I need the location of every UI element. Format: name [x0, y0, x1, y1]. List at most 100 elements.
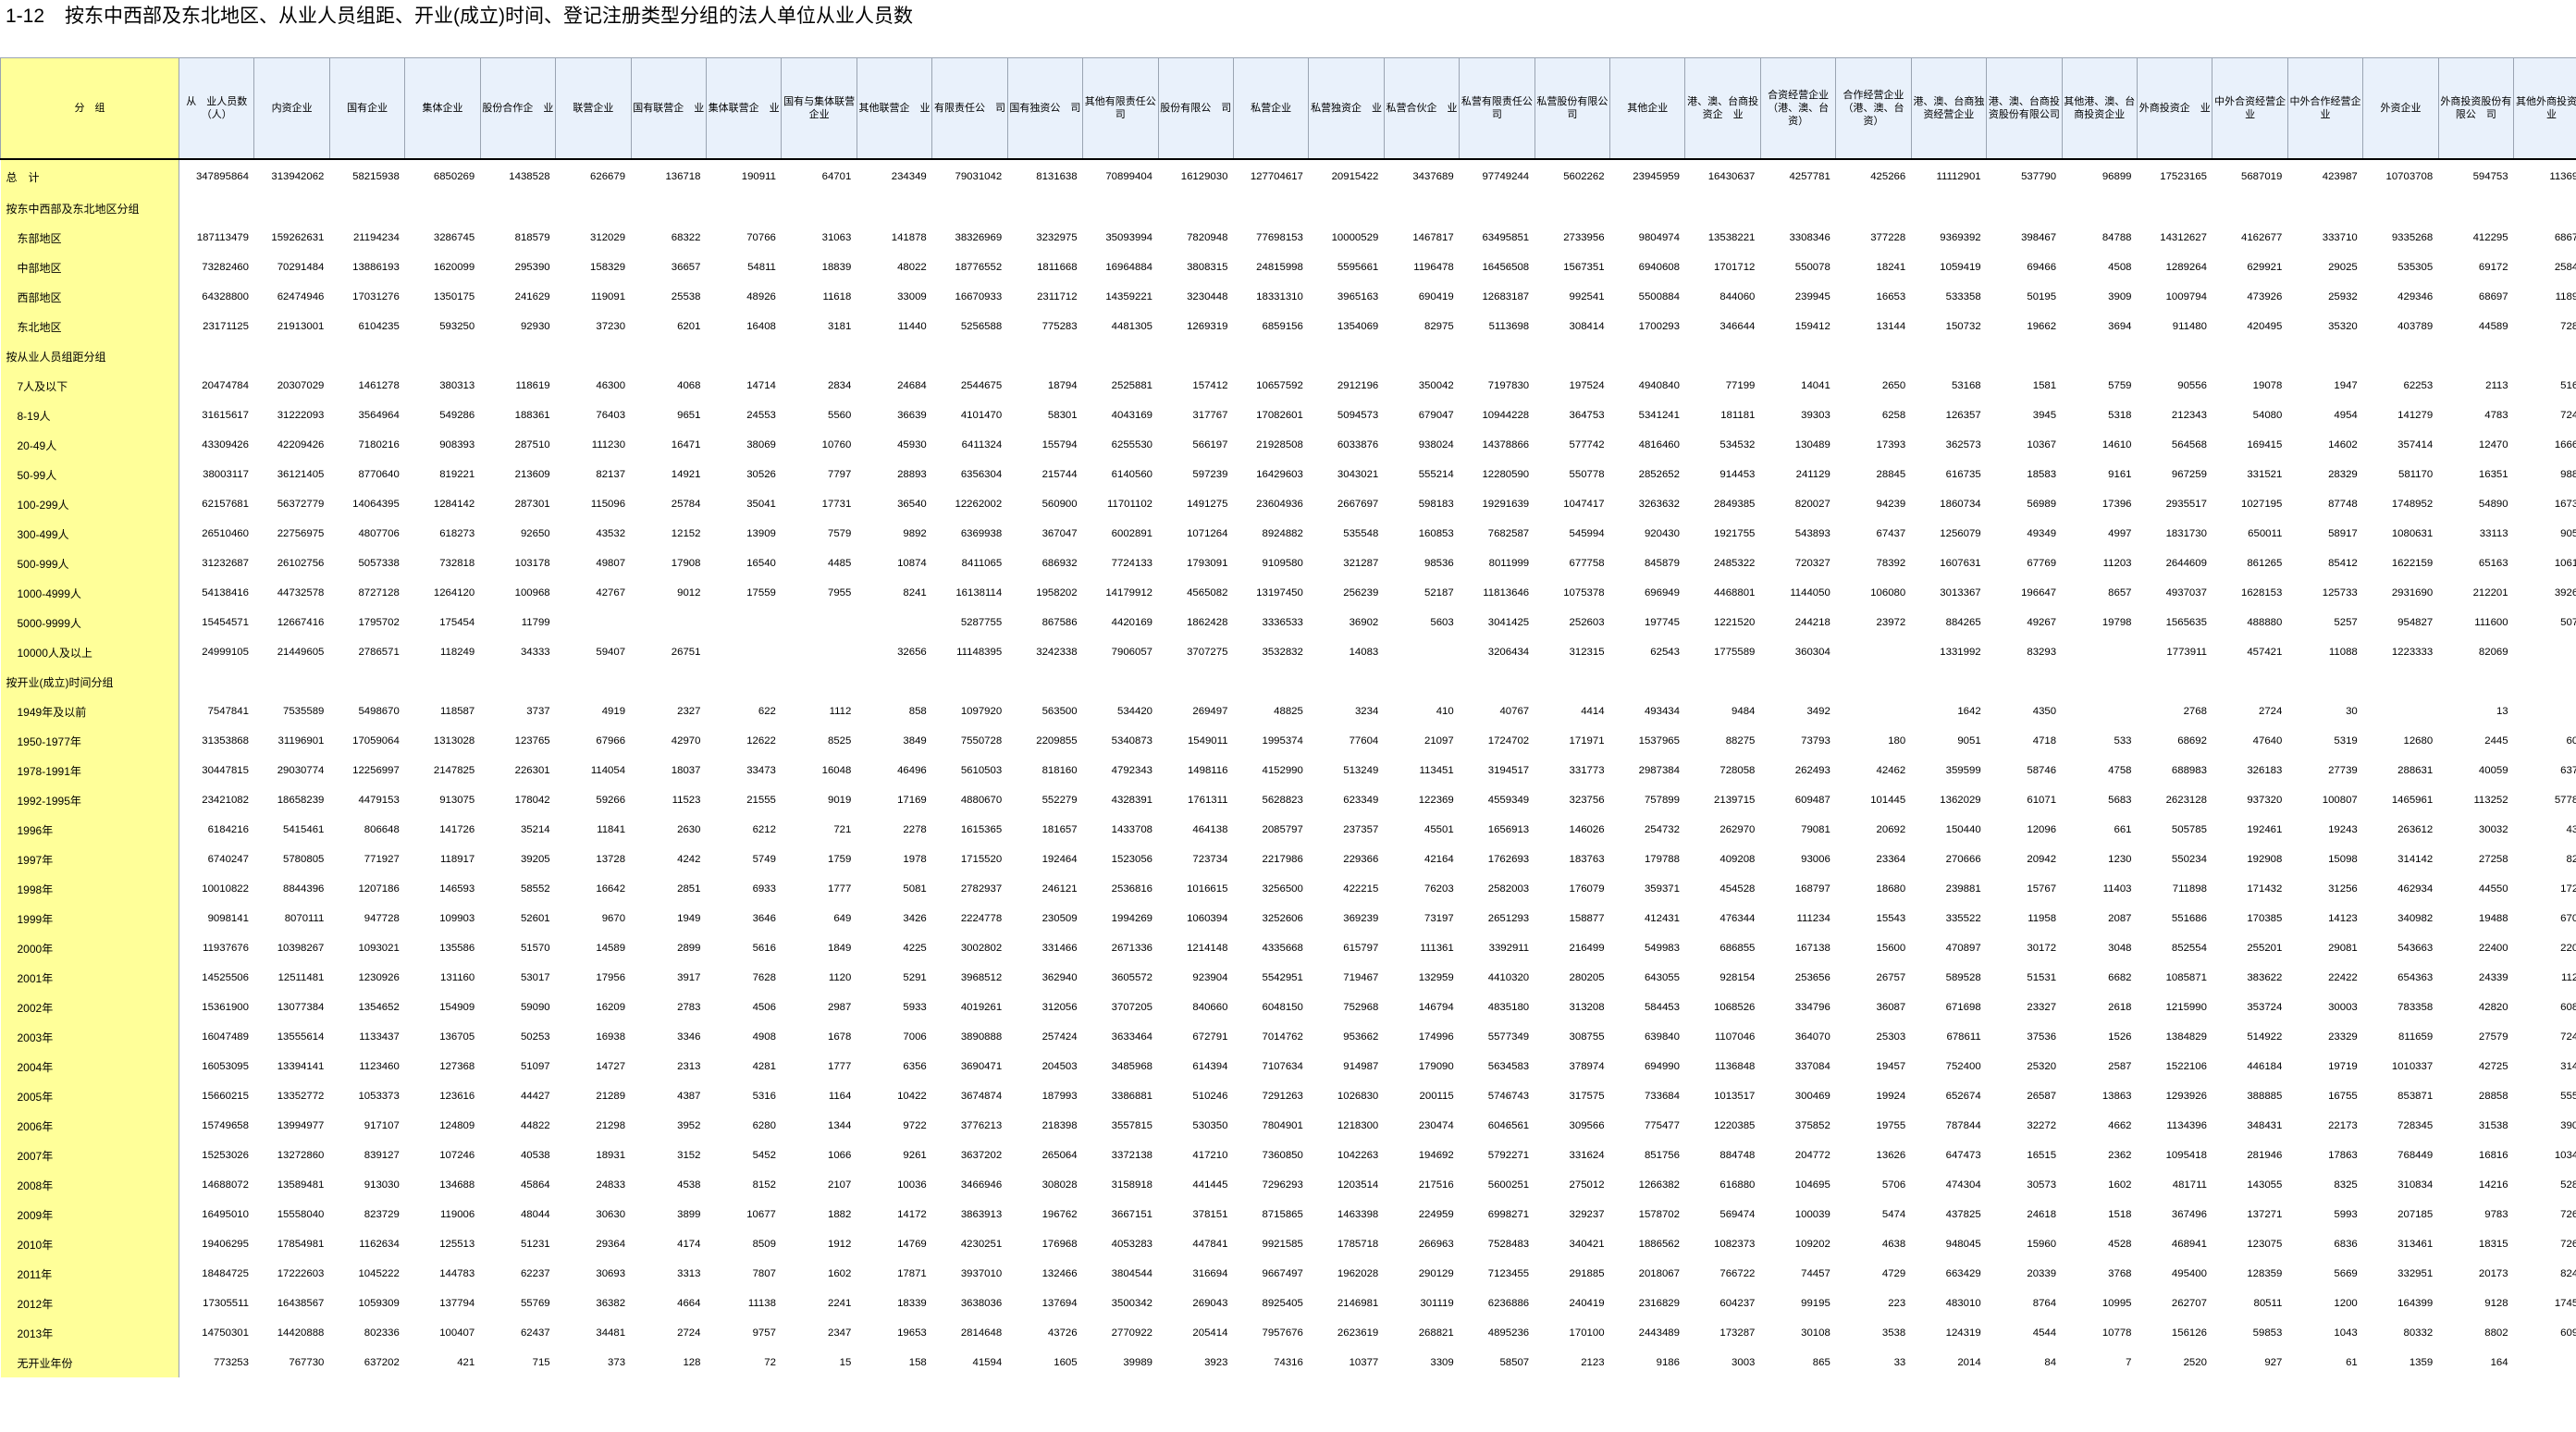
data-sheet[interactable]: 分 组从 业人员数（人） 内资企业 国有企业 集体企业 股份合作企 业联营企业 国有联营企… [0, 57, 2576, 1432]
table-cell: 2107 [827, 1179, 852, 1191]
table-row: 20-49人 43309426 42209426 7180216 908393 28751… [0, 430, 2576, 460]
table-cell: 36902 [1349, 617, 1379, 628]
row-label: 2009年 [0, 1200, 180, 1229]
table-cell: 1761311 [1187, 795, 1228, 806]
table-cell: 1656913 [1487, 824, 1530, 835]
table-cell: 13909 [746, 528, 776, 539]
table-cell: 45864 [520, 1179, 550, 1191]
table-cell [857, 667, 931, 697]
table-cell: 1793091 [1187, 558, 1228, 569]
table-cell: 216499 [1569, 943, 1605, 954]
table-cell: 29081 [2328, 943, 2358, 954]
column-header: 私营合伙企 业 [1383, 57, 1461, 160]
table-cell [1158, 341, 1233, 371]
table-cell: 14083 [1349, 647, 1379, 658]
table-cell [405, 193, 480, 223]
table-cell: 1795702 [358, 617, 400, 628]
table-cell: 48044 [520, 1209, 550, 1220]
table-cell: 4420169 [1111, 617, 1153, 628]
table-cell: 23421082 [202, 795, 249, 806]
table-cell: 15558040 [277, 1209, 325, 1220]
table-cell: 2899 [677, 943, 701, 954]
table-cell: 22400 [2478, 943, 2508, 954]
table-cell: 54138416 [202, 587, 249, 599]
table-cell: 3849 [903, 735, 927, 747]
table-cell: 100968 [514, 587, 550, 599]
table-cell: 377228 [1870, 232, 1906, 243]
table-cell: 5557 [2560, 1091, 2576, 1102]
table-cell: 2782937 [960, 883, 1003, 895]
table-cell: 25841 [2554, 262, 2576, 273]
table-cell: 40538 [520, 1150, 550, 1161]
table-cell [782, 637, 857, 667]
table-cell: 5287755 [960, 617, 1003, 628]
table-cell [857, 341, 931, 371]
table-cell: 543663 [2397, 943, 2434, 954]
table-cell: 58301 [1047, 410, 1078, 421]
table-cell: 11813646 [1483, 587, 1530, 599]
table-cell: 45930 [897, 439, 927, 451]
column-header: 其他联营企 业 [856, 57, 933, 160]
table-cell [556, 608, 631, 637]
table-cell [2514, 637, 2576, 667]
table-cell: 239945 [1794, 291, 1830, 302]
row-label: 2013年 [0, 1318, 180, 1348]
table-cell: 64328800 [202, 291, 249, 302]
table-cell [2062, 193, 2137, 223]
row-label: 无开业年份 [0, 1348, 180, 1377]
table-cell: 1862428 [1187, 617, 1228, 628]
table-cell: 4638 [1881, 1239, 1906, 1250]
table-cell: 213609 [514, 469, 550, 480]
table-cell [405, 341, 480, 371]
table-cell: 252603 [1569, 617, 1605, 628]
table-cell: 5291 [903, 972, 927, 983]
table-cell: 181181 [1720, 410, 1756, 421]
table-cell: 18315 [2478, 1239, 2508, 1250]
table-cell: 340982 [2397, 913, 2434, 924]
table-cell: 1080631 [2391, 528, 2434, 539]
table-cell: 56372779 [277, 499, 325, 510]
table-cell: 4664 [677, 1298, 701, 1309]
table-cell: 5257 [2334, 617, 2358, 628]
row-label: 1998年 [0, 874, 180, 904]
table-cell: 1438528 [509, 171, 550, 182]
table-cell: 11937676 [203, 943, 249, 954]
table-cell [932, 341, 1007, 371]
column-header: 内资企业 [253, 57, 330, 160]
table-cell: 11088 [2328, 647, 2358, 658]
table-cell: 128 [683, 1357, 701, 1368]
table-cell: 253656 [1794, 972, 1830, 983]
table-cell: 14688072 [202, 1179, 249, 1191]
table-cell: 9261 [903, 1150, 927, 1161]
table-cell: 840660 [1192, 1002, 1228, 1013]
table-cell: 7579 [827, 528, 852, 539]
table-cell: 300469 [1794, 1091, 1830, 1102]
table-cell: 1567351 [1563, 262, 1605, 273]
table-cell: 622 [758, 706, 776, 717]
table-cell: 1059309 [358, 1298, 400, 1309]
table-cell: 31538 [2478, 1120, 2508, 1131]
table-cell: 11841 [597, 824, 626, 835]
table-cell: 593250 [439, 321, 475, 332]
table-cell: 36540 [897, 499, 927, 510]
header-row: 分 组从 业人员数（人） 内资企业 国有企业 集体企业 股份合作企 业联营企业 国有联营企… [0, 57, 2576, 160]
table-cell: 3485968 [1111, 1061, 1153, 1072]
table-cell: 2768 [2183, 706, 2207, 717]
table-cell: 77604 [1349, 735, 1379, 747]
table-cell: 1125 [2561, 972, 2576, 983]
table-cell: 820027 [1794, 499, 1830, 510]
table-cell: 7797 [827, 469, 852, 480]
table-cell: 24815998 [1256, 262, 1303, 273]
table-cell: 80511 [2253, 1298, 2283, 1309]
table-cell: 6836 [2334, 1239, 2358, 1250]
table-cell: 275012 [1569, 1179, 1605, 1191]
table-cell: 313208 [1569, 1002, 1605, 1013]
table-cell: 844060 [1719, 291, 1756, 302]
table-cell: 359599 [1945, 765, 1981, 776]
table-cell: 3863913 [960, 1209, 1003, 1220]
table-cell: 8925405 [1262, 1298, 1303, 1309]
table-cell: 626679 [590, 171, 626, 182]
column-header: 港、澳、台商投资企 业 [1684, 57, 1761, 160]
table-cell: 58552 [520, 883, 550, 895]
table-cell: 4068 [677, 380, 701, 391]
